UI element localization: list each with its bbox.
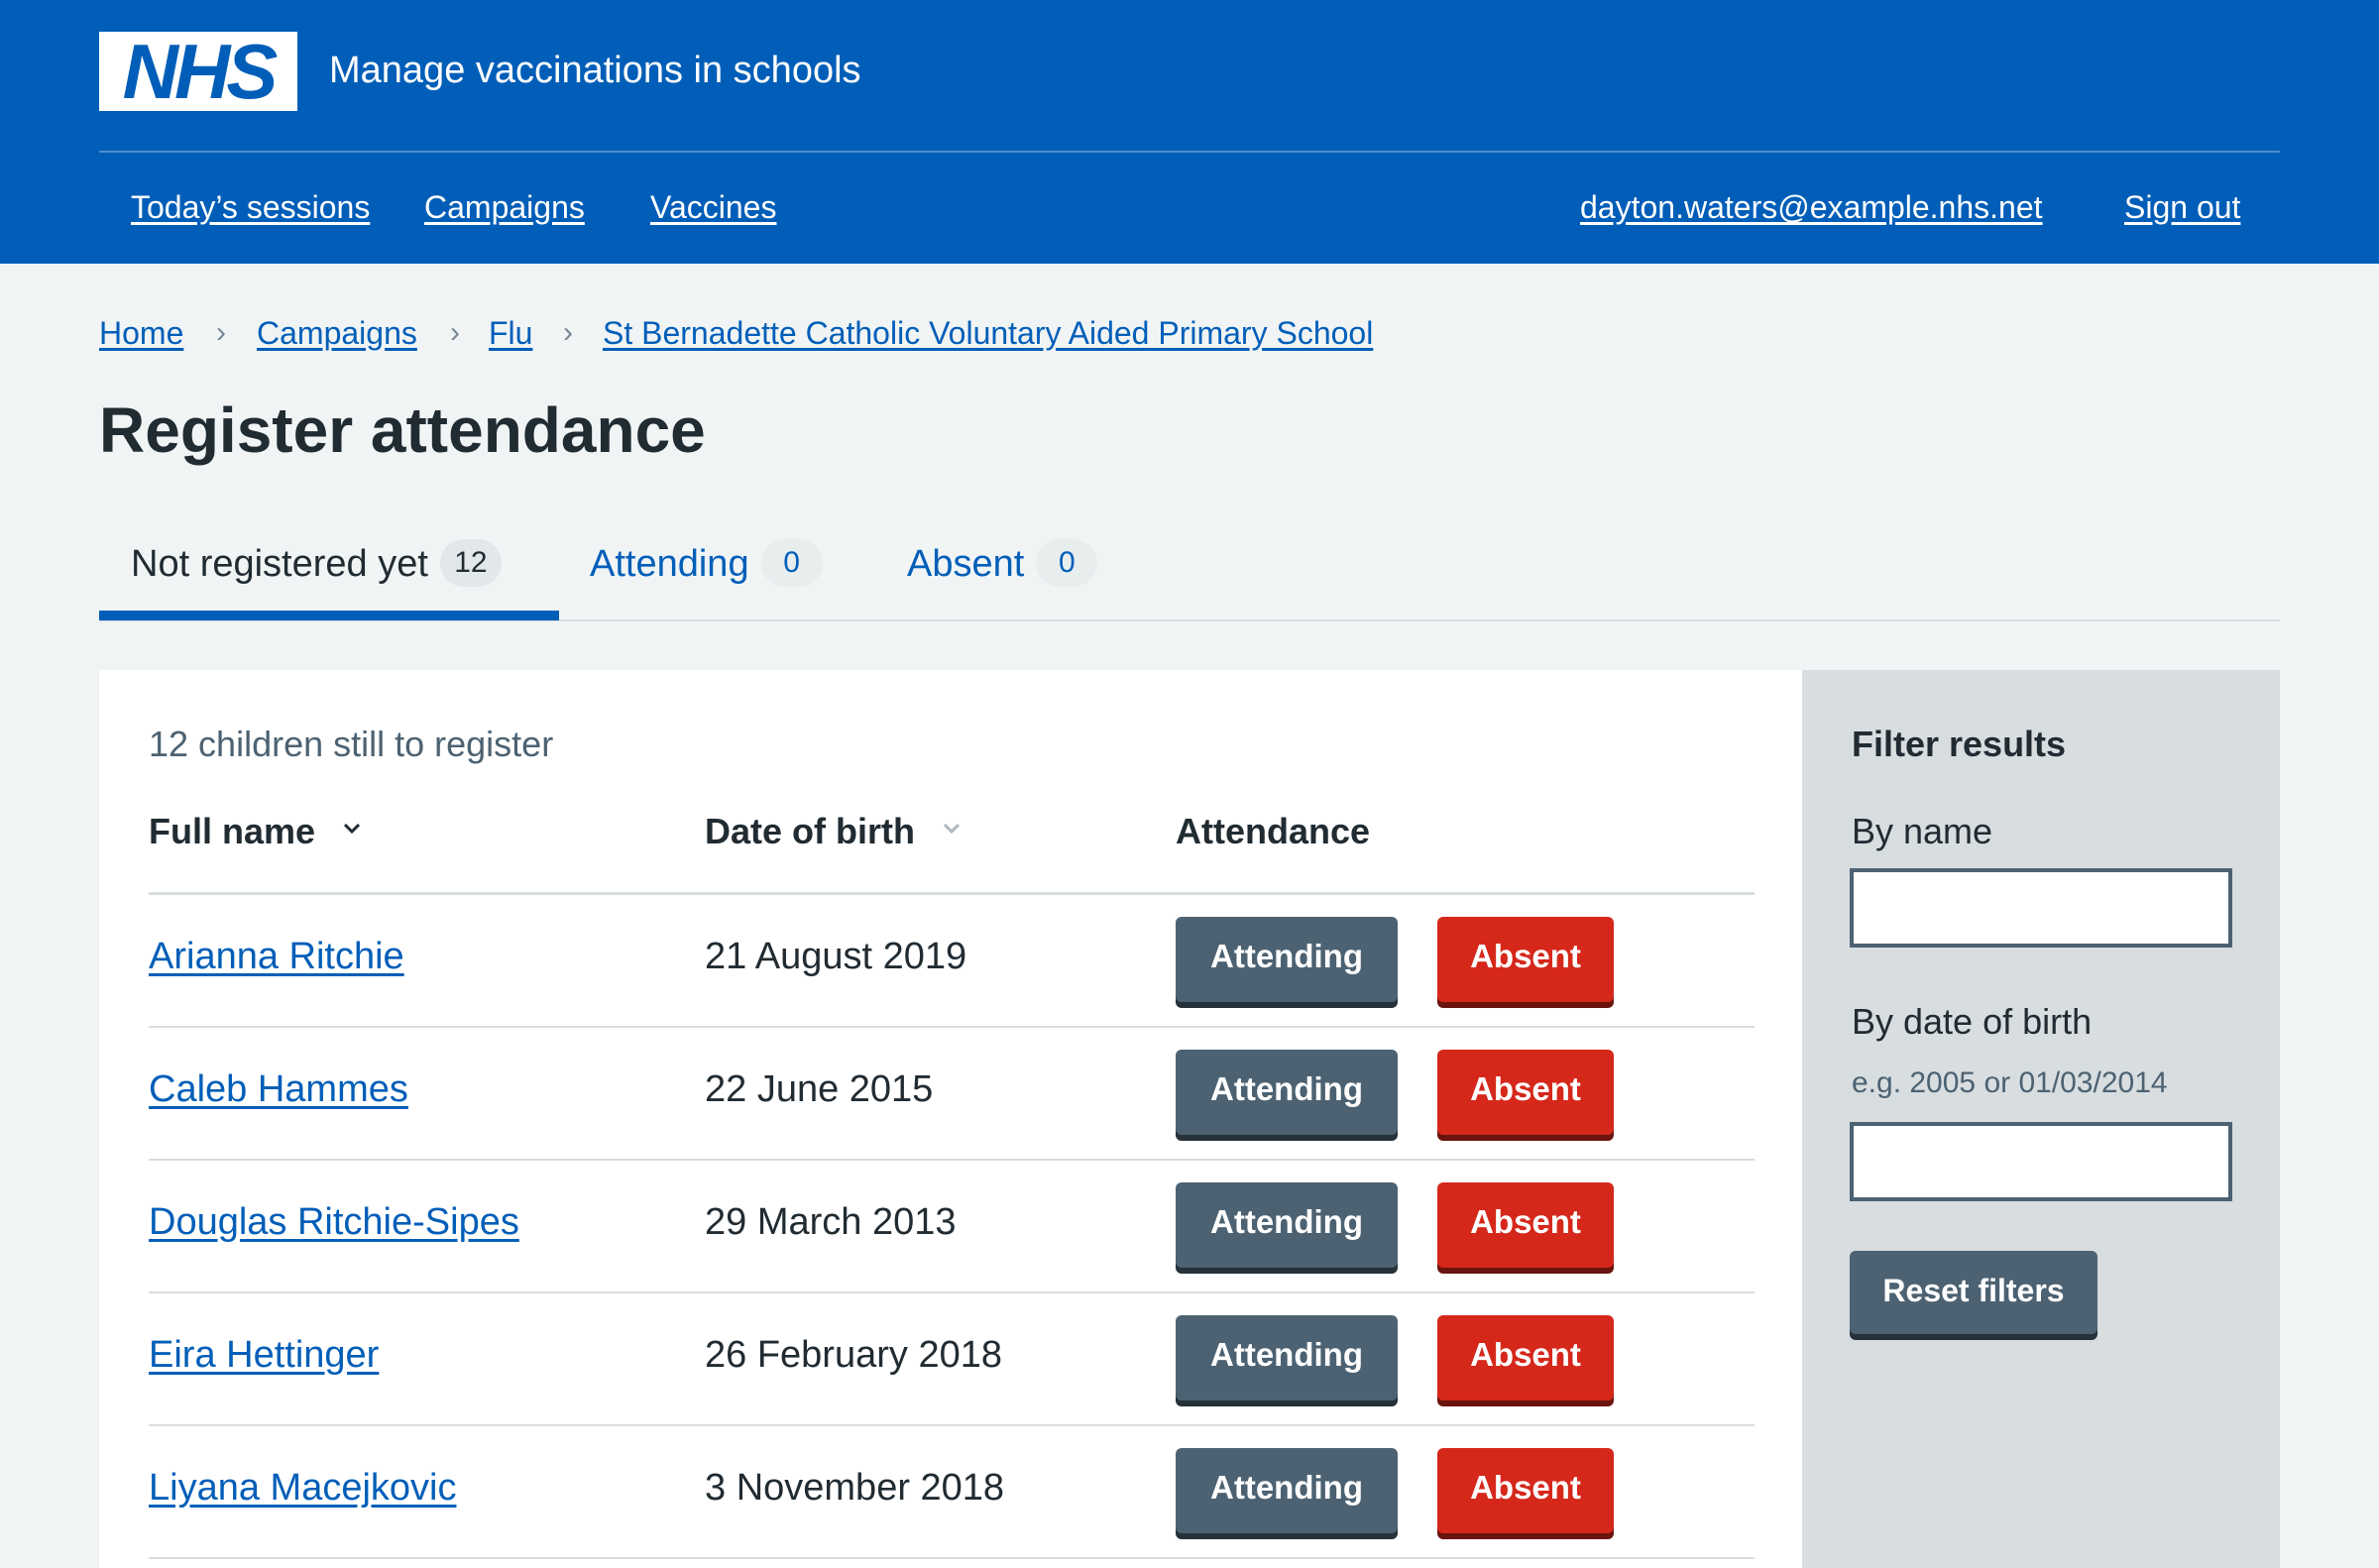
- filter-by-dob-hint: e.g. 2005 or 01/03/2014: [1852, 1066, 2168, 1099]
- nhs-logo[interactable]: NHS: [99, 32, 297, 111]
- column-header-full-name[interactable]: Full name: [149, 807, 361, 856]
- service-name[interactable]: Manage vaccinations in schools: [329, 46, 861, 95]
- breadcrumb-flu[interactable]: Flu: [489, 311, 532, 355]
- table-row: Eira Hettinger 26 February 2018 Attendin…: [149, 1293, 1755, 1426]
- tab-count-badge: 0: [760, 539, 823, 587]
- chevron-down-icon: [943, 823, 961, 835]
- filter-by-dob-input[interactable]: [1850, 1122, 2232, 1201]
- child-name-link[interactable]: Liyana Macejkovic: [149, 1462, 456, 1513]
- filter-by-dob-label: By date of birth: [1852, 1001, 2093, 1042]
- child-date-of-birth: 29 March 2013: [705, 1201, 957, 1243]
- table-row: Caleb Hammes 22 June 2015 Attending Abse…: [149, 1028, 1755, 1161]
- active-tab-indicator: [99, 611, 559, 620]
- tab-count-badge: 0: [1036, 539, 1098, 587]
- chevron-right-icon: ›: [450, 316, 460, 349]
- attending-button[interactable]: Attending: [1176, 1315, 1398, 1400]
- chevron-down-icon: [343, 823, 361, 835]
- chevron-right-icon: ›: [216, 316, 226, 349]
- tab-count-badge: 12: [439, 539, 502, 587]
- child-name-link[interactable]: Arianna Ritchie: [149, 931, 404, 982]
- absent-button[interactable]: Absent: [1437, 1448, 1614, 1533]
- child-name-link[interactable]: Eira Hettinger: [149, 1329, 379, 1381]
- sign-out-link[interactable]: Sign out: [2124, 184, 2240, 230]
- site-header: NHS Manage vaccinations in schools Today…: [0, 0, 2379, 264]
- chevron-right-icon: ›: [563, 316, 573, 349]
- column-header-label: Date of birth: [705, 811, 915, 851]
- page-title: Register attendance: [99, 394, 706, 466]
- tab-label: Not registered yet: [131, 543, 428, 585]
- child-date-of-birth: 21 August 2019: [705, 936, 967, 977]
- column-header-label: Full name: [149, 811, 316, 851]
- breadcrumb-campaigns[interactable]: Campaigns: [257, 311, 417, 355]
- absent-button[interactable]: Absent: [1437, 1050, 1614, 1135]
- nav-link-campaigns[interactable]: Campaigns: [424, 184, 585, 230]
- breadcrumb-school[interactable]: St Bernadette Catholic Voluntary Aided P…: [603, 311, 1373, 355]
- attending-button[interactable]: Attending: [1176, 1050, 1398, 1135]
- nav-link-vaccines[interactable]: Vaccines: [650, 184, 776, 230]
- absent-button[interactable]: Absent: [1437, 1315, 1614, 1400]
- header-divider: [99, 151, 2280, 153]
- child-name-link[interactable]: Caleb Hammes: [149, 1064, 408, 1115]
- attending-button[interactable]: Attending: [1176, 917, 1398, 1002]
- account-email-link[interactable]: dayton.waters@example.nhs.net: [1580, 184, 2043, 230]
- filter-by-name-input[interactable]: [1850, 868, 2232, 948]
- absent-button[interactable]: Absent: [1437, 917, 1614, 1002]
- reset-filters-button[interactable]: Reset filters: [1850, 1251, 2097, 1334]
- table-row: Douglas Ritchie-Sipes 29 March 2013 Atte…: [149, 1161, 1755, 1293]
- filter-by-name-label: By name: [1852, 811, 1993, 851]
- nhs-logo-text: NHS: [122, 28, 279, 115]
- table-row: Arianna Ritchie 21 August 2019 Attending…: [149, 895, 1755, 1028]
- tab-attending[interactable]: Attending 0: [590, 533, 823, 622]
- child-date-of-birth: 22 June 2015: [705, 1068, 934, 1110]
- breadcrumb-home[interactable]: Home: [99, 311, 183, 355]
- table-row: Liyana Macejkovic 3 November 2018 Attend…: [149, 1426, 1755, 1559]
- absent-button[interactable]: Absent: [1437, 1182, 1614, 1268]
- attending-button[interactable]: Attending: [1176, 1182, 1398, 1268]
- attending-button[interactable]: Attending: [1176, 1448, 1398, 1533]
- tab-not-registered-yet[interactable]: Not registered yet 12: [131, 533, 502, 622]
- filter-title: Filter results: [1852, 724, 2067, 764]
- results-count: 12 children still to register: [149, 724, 554, 764]
- tab-label: Attending: [590, 543, 749, 585]
- column-header-attendance: Attendance: [1176, 811, 1371, 851]
- child-date-of-birth: 3 November 2018: [705, 1467, 1005, 1509]
- filter-panel: [1802, 670, 2280, 1568]
- child-name-link[interactable]: Douglas Ritchie-Sipes: [149, 1196, 519, 1248]
- nav-link-todays-sessions[interactable]: Today’s sessions: [131, 184, 370, 230]
- tab-label: Absent: [907, 543, 1025, 585]
- child-date-of-birth: 26 February 2018: [705, 1334, 1002, 1376]
- column-header-date-of-birth[interactable]: Date of birth: [705, 807, 961, 856]
- tab-absent[interactable]: Absent 0: [907, 533, 1098, 622]
